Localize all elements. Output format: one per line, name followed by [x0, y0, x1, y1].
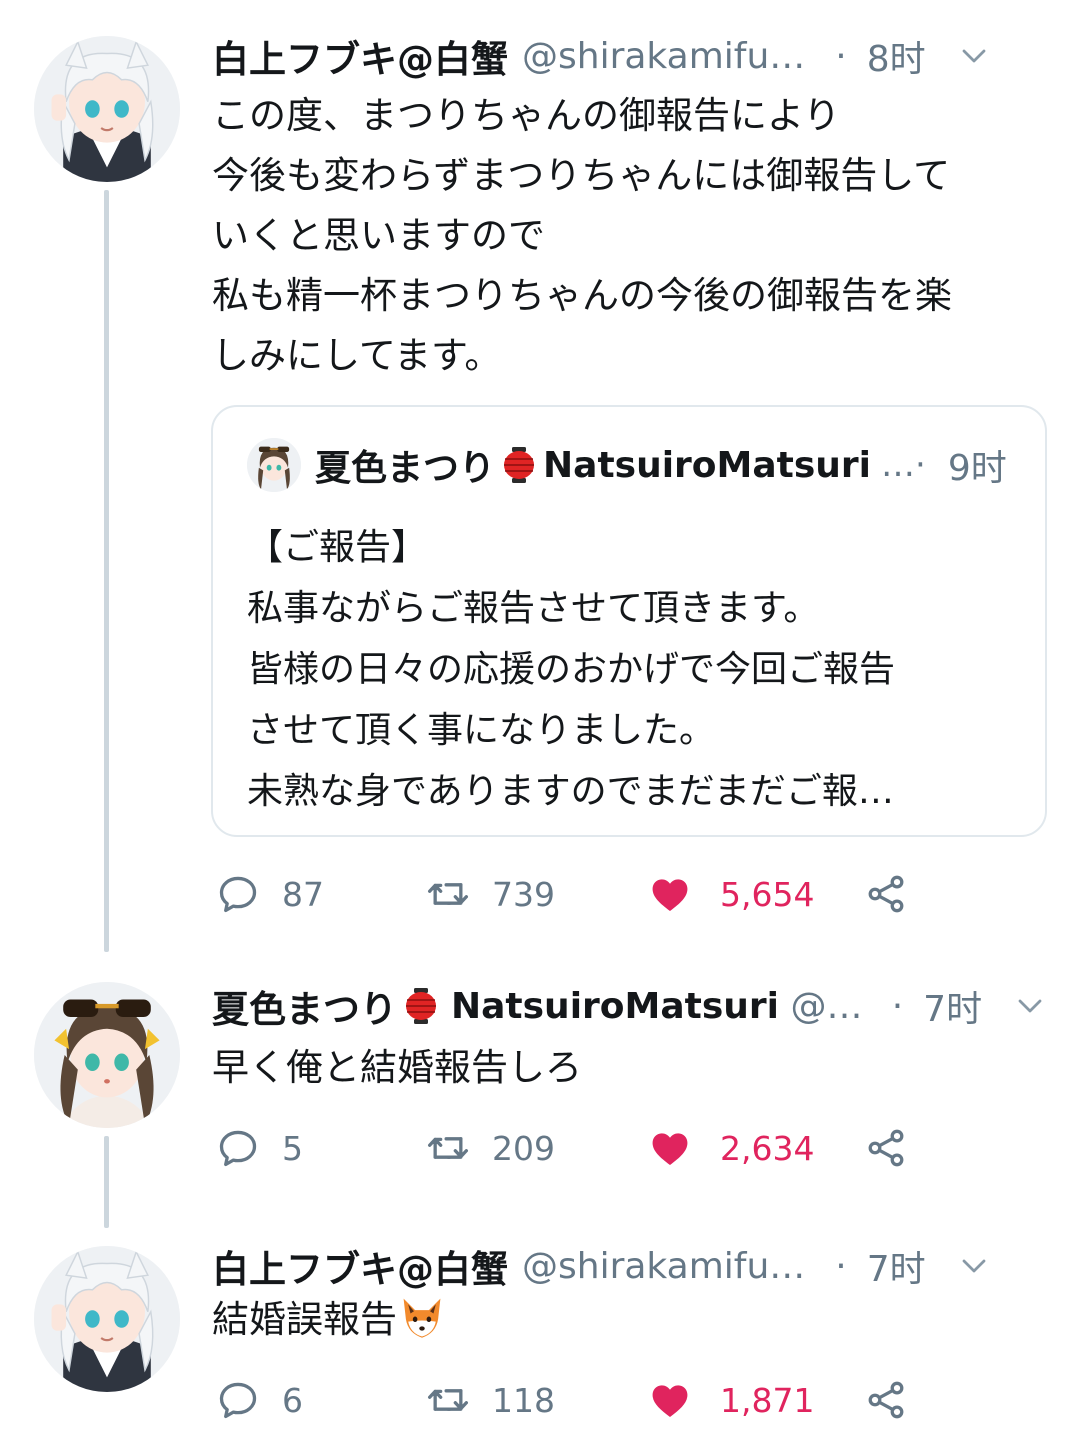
- reply-icon: [216, 1126, 260, 1170]
- handle-rest: @…: [790, 985, 862, 1027]
- display-name-text: 夏色まつり: [212, 988, 397, 1031]
- tweet-text: この度、まつりちゃんの御報告により 今後も変わらずまつりちゃんには御報告して い…: [212, 86, 1040, 386]
- retweet-icon: [426, 1378, 470, 1422]
- text-line: いくと思いますので: [212, 214, 545, 257]
- text-line: 早く俺と結婚報告しろ: [212, 1046, 582, 1089]
- text-content: 結婚誤報告: [212, 1298, 397, 1341]
- display-name[interactable]: 白上フブキ@白蟹: [212, 1239, 508, 1293]
- display-name[interactable]: 白上フブキ@白蟹: [212, 29, 508, 83]
- retweet-count: 739: [492, 874, 555, 914]
- text-line: 今後も変わらずまつりちゃんには御報告して: [212, 154, 951, 197]
- tweet-header: 白上フブキ@白蟹 @shirakamifu… · 7时: [212, 1236, 1050, 1296]
- text-line: 結婚誤報告: [212, 1290, 1040, 1350]
- chevron-down-icon[interactable]: [954, 1246, 994, 1286]
- reply-button[interactable]: 5: [216, 1118, 303, 1178]
- lantern-emoji: [401, 986, 441, 1026]
- quote-handle: NatsuiroMatsuri: [543, 444, 872, 486]
- action-bar: 6 118 1,871: [212, 1370, 1032, 1430]
- retweet-button[interactable]: 209: [426, 1118, 555, 1178]
- like-count: 5,654: [720, 874, 815, 914]
- share-button[interactable]: [864, 1118, 908, 1178]
- tweet-text: 結婚誤報告: [212, 1290, 1040, 1350]
- reply-count: 6: [282, 1380, 303, 1420]
- quoted-tweet[interactable]: 夏色まつり NatsuiroMatsuri …· 9时 【ご報告】 私事ながらご…: [211, 405, 1047, 837]
- avatar[interactable]: [34, 36, 180, 182]
- share-button[interactable]: [864, 1370, 908, 1430]
- separator: ·: [891, 985, 904, 1027]
- retweet-button[interactable]: 739: [426, 864, 555, 924]
- reply-icon: [216, 1378, 260, 1422]
- retweet-icon: [426, 872, 470, 916]
- share-icon: [864, 1126, 908, 1170]
- avatar[interactable]: [34, 1246, 180, 1392]
- chevron-down-icon[interactable]: [954, 36, 994, 76]
- handle[interactable]: NatsuiroMatsuri @…: [451, 986, 862, 1027]
- quote-text-line: させて頂く事になりました。: [247, 710, 716, 751]
- reply-count: 87: [282, 874, 324, 914]
- quote-timestamp: 9时: [947, 448, 1007, 489]
- fox-emoji: [399, 1294, 445, 1340]
- text-line: 私も精一杯まつりちゃんの今後の御報告を楽: [212, 274, 952, 317]
- like-count: 1,871: [720, 1380, 815, 1420]
- action-bar: 87 739 5,654: [212, 864, 1032, 924]
- heart-icon: [648, 872, 692, 916]
- avatar[interactable]: [34, 982, 180, 1128]
- retweet-button[interactable]: 118: [426, 1370, 555, 1430]
- separator: ·: [835, 35, 847, 77]
- timestamp[interactable]: 7时: [923, 980, 982, 1032]
- retweet-icon: [426, 1126, 470, 1170]
- like-count: 2,634: [720, 1128, 815, 1168]
- share-icon: [864, 872, 908, 916]
- quote-separator: …·: [881, 445, 926, 485]
- retweet-count: 209: [492, 1128, 555, 1168]
- chevron-down-icon[interactable]: [1010, 986, 1050, 1026]
- reply-button[interactable]: 87: [216, 864, 324, 924]
- separator: ·: [835, 1245, 847, 1287]
- text-line: この度、まつりちゃんの御報告により: [212, 94, 841, 137]
- quote-name-text: 夏色まつり: [315, 448, 496, 489]
- like-button[interactable]: 2,634: [648, 1118, 814, 1178]
- share-icon: [864, 1378, 908, 1422]
- share-button[interactable]: [864, 864, 908, 924]
- reply-count: 5: [282, 1128, 303, 1168]
- like-button[interactable]: 5,654: [648, 864, 814, 924]
- reply-button[interactable]: 6: [216, 1370, 303, 1430]
- lantern-emoji: [499, 445, 539, 485]
- handle[interactable]: @shirakamifu…: [522, 36, 805, 77]
- display-name[interactable]: 夏色まつり: [212, 979, 445, 1033]
- tweet-text: 早く俺と結婚報告しろ: [212, 1038, 1040, 1098]
- quote-display-name: 夏色まつり: [315, 439, 543, 491]
- tweet-header: 夏色まつり NatsuiroMatsuri @… · 7时: [212, 976, 1050, 1036]
- quote-text: 【ご報告】 私事ながらご報告させて頂きます。 皆様の日々の応援のおかげで今回ご報…: [247, 517, 1015, 822]
- quote-text-line: 皆様の日々の応援のおかげで今回ご報告: [247, 649, 896, 690]
- quote-text-line: 私事ながらご報告させて頂きます。: [247, 588, 820, 629]
- quote-text-line: 【ご報告】: [247, 527, 428, 568]
- handle[interactable]: @shirakamifu…: [522, 1246, 805, 1287]
- timestamp[interactable]: 8时: [867, 30, 926, 82]
- tweet-header: 白上フブキ@白蟹 @shirakamifu… · 8时: [212, 26, 1050, 86]
- handle-name: NatsuiroMatsuri: [451, 985, 779, 1027]
- reply-icon: [216, 872, 260, 916]
- heart-icon: [648, 1378, 692, 1422]
- tweet[interactable]: 夏色まつり NatsuiroMatsuri @… · 7时 早く俺と結婚報告しろ: [0, 960, 1080, 1210]
- quote-text-line: 未熟な身でありますのでまだまだご報…: [247, 771, 894, 812]
- timestamp[interactable]: 7时: [867, 1240, 926, 1292]
- retweet-count: 118: [492, 1380, 555, 1420]
- tweet[interactable]: 白上フブキ@白蟹 @shirakamifu… · 8时 この度、まつりちゃんの御…: [0, 0, 1080, 960]
- heart-icon: [648, 1126, 692, 1170]
- avatar: [247, 438, 301, 492]
- action-bar: 5 209 2,634: [212, 1118, 1032, 1178]
- like-button[interactable]: 1,871: [648, 1370, 814, 1430]
- text-line: しみにしてます。: [212, 334, 502, 377]
- quote-header: 夏色まつり NatsuiroMatsuri …· 9时: [247, 435, 1015, 495]
- tweet[interactable]: 白上フブキ@白蟹 @shirakamifu… · 7时 結婚誤報告 6 118 …: [0, 1210, 1080, 1441]
